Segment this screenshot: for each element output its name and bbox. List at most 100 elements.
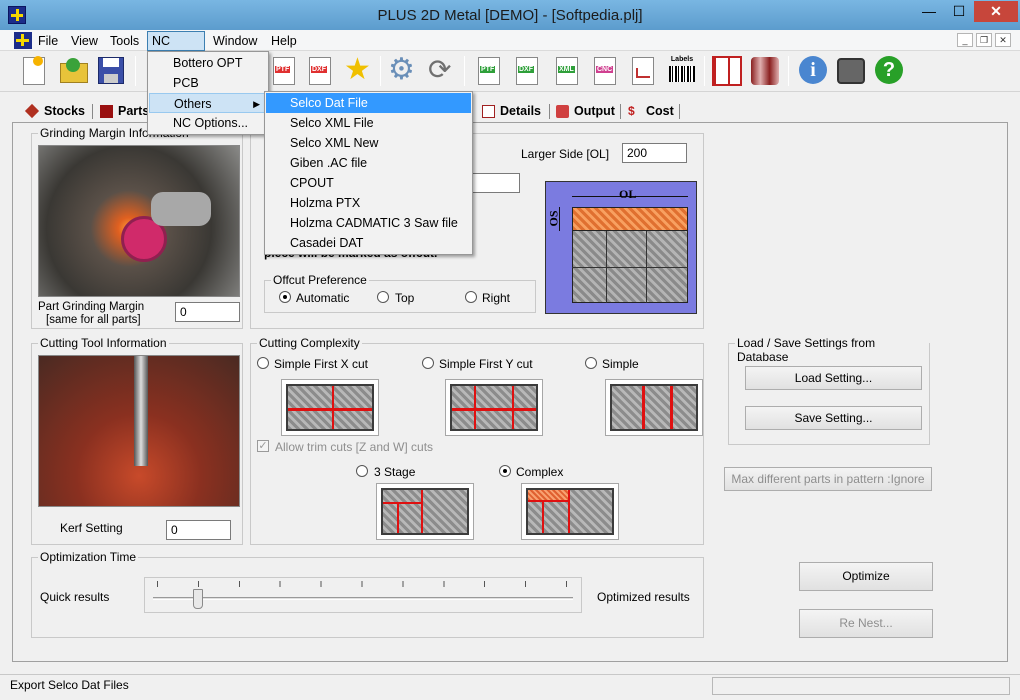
help-icon[interactable]: ? — [872, 54, 906, 88]
max-different-parts-button[interactable]: Max different parts in pattern :Ignore — [724, 467, 932, 491]
radio-automatic-label: Automatic — [296, 291, 350, 305]
offcut-diagram: OL OS — [545, 181, 697, 314]
menu-item-selco-xml-new[interactable]: Selco XML New — [266, 133, 471, 153]
re-nest-button[interactable]: Re Nest... — [799, 609, 933, 638]
favorites-star-icon[interactable]: ★ — [340, 54, 374, 88]
details-icon — [482, 105, 495, 118]
tab-stocks[interactable]: Stocks — [22, 102, 85, 121]
ptf-label: PTF — [275, 66, 291, 73]
slider-ticks — [157, 581, 569, 587]
optimize-button[interactable]: Optimize — [799, 562, 933, 591]
nc-ptf-label: PTF — [480, 66, 496, 73]
mdi-close-button[interactable]: ✕ — [995, 33, 1011, 47]
material-rolls-icon[interactable] — [748, 54, 782, 88]
mdi-minimize-button[interactable]: _ — [957, 33, 973, 47]
tab-stocks-label: Stocks — [44, 104, 85, 118]
xml-label: XML — [558, 66, 575, 73]
stocks-icon — [24, 103, 40, 119]
printer-icon — [556, 105, 569, 118]
pattern-complex — [521, 483, 619, 540]
larger-side-input[interactable]: 200 — [622, 143, 687, 163]
menu-item-nc-options[interactable]: NC Options... — [149, 113, 267, 133]
save-icon[interactable] — [94, 54, 128, 88]
tab-cost[interactable]: $ Cost — [624, 102, 674, 121]
nc-dxf-icon[interactable]: DXF — [510, 54, 544, 88]
menu-item-holzma-ptx[interactable]: Holzma PTX — [266, 193, 471, 213]
menu-item-cpout[interactable]: CPOUT — [266, 173, 471, 193]
menu-item-giben-ac-file[interactable]: Giben .AC file — [266, 153, 471, 173]
grinding-margin-label: Part Grinding Margin — [38, 301, 145, 313]
cnc-label: CNC — [596, 66, 614, 73]
radio-top[interactable] — [377, 291, 389, 303]
radio-simple-label: Simple — [602, 357, 639, 371]
nc-xml-icon[interactable]: XML — [550, 54, 584, 88]
radio-automatic[interactable] — [279, 291, 291, 303]
radio-3-stage-label: 3 Stage — [374, 465, 416, 479]
radio-complex[interactable] — [499, 465, 511, 477]
kerf-setting-input[interactable]: 0 — [166, 520, 231, 540]
info-icon[interactable]: i — [796, 54, 830, 88]
quick-results-label: Quick results — [40, 590, 110, 604]
menu-item-pcb[interactable]: PCB — [149, 73, 267, 93]
grinding-margin-sublabel: [same for all parts] — [46, 314, 141, 326]
nc-ptf-icon[interactable]: PTF — [472, 54, 506, 88]
menu-item-selco-dat-file[interactable]: Selco Dat File — [266, 93, 471, 113]
grinding-margin-input[interactable]: 0 — [175, 302, 240, 322]
menu-nc-links[interactable]: NC Links — [147, 31, 205, 66]
minimize-button[interactable]: — — [915, 1, 943, 22]
close-button[interactable]: ✕ — [974, 1, 1018, 22]
radio-simple-first-y[interactable] — [422, 357, 434, 369]
radio-right-label: Right — [482, 291, 511, 305]
settings-gear-icon[interactable]: ⚙ — [386, 54, 420, 88]
layout-grid-icon[interactable] — [710, 54, 744, 88]
tab-output[interactable]: Output — [552, 102, 615, 121]
radio-right[interactable] — [465, 291, 477, 303]
cutting-complexity-title: Cutting Complexity — [257, 336, 362, 350]
window-title: PLUS 2D Metal [DEMO] - [Softpedia.plj] — [377, 7, 643, 24]
menu-item-casadei-dat[interactable]: Casadei DAT — [266, 233, 471, 253]
parts-icon — [100, 105, 113, 118]
radio-simple-first-x[interactable] — [257, 357, 269, 369]
tab-output-label: Output — [574, 104, 615, 118]
export-dxf-icon[interactable]: DXF — [303, 54, 337, 88]
open-folder-icon[interactable] — [57, 54, 91, 88]
menu-item-others[interactable]: Others ▶ — [149, 93, 267, 113]
maximize-button[interactable]: ☐ — [945, 1, 973, 22]
labels-text: Labels — [670, 56, 694, 63]
video-tutorial-icon[interactable] — [834, 54, 868, 88]
save-setting-button[interactable]: Save Setting... — [745, 406, 922, 430]
nc-cnc-icon[interactable]: CNC — [588, 54, 622, 88]
menu-tools[interactable]: Tools — [106, 33, 143, 50]
radio-simple[interactable] — [585, 357, 597, 369]
diagram-ol-label: OL — [619, 187, 637, 201]
new-project-icon[interactable] — [17, 54, 51, 88]
radio-complex-label: Complex — [516, 465, 564, 479]
radio-simple-first-x-label: Simple First X cut — [274, 357, 369, 371]
slider-thumb[interactable] — [193, 589, 204, 609]
tab-details[interactable]: Details — [478, 102, 541, 121]
menu-file[interactable]: File — [34, 33, 62, 50]
menu-item-holzma-cadmatic[interactable]: Holzma CADMATIC 3 Saw file — [266, 213, 471, 233]
menu-item-bottero-opt[interactable]: Bottero OPT — [149, 53, 267, 73]
labels-barcode-icon[interactable]: Labels — [664, 54, 698, 88]
menu-item-selco-xml-file[interactable]: Selco XML File — [266, 113, 471, 133]
menu-help[interactable]: Help — [267, 33, 301, 50]
load-setting-button[interactable]: Load Setting... — [745, 366, 922, 390]
allow-trim-cuts-checkbox[interactable]: ✓ — [257, 440, 269, 452]
pattern-simple — [605, 379, 703, 436]
dxf-label: DXF — [311, 66, 327, 73]
chart-report-icon[interactable] — [626, 54, 660, 88]
menu-window[interactable]: Window — [209, 33, 261, 50]
pattern-simple-first-x — [281, 379, 379, 436]
tab-cost-label: Cost — [646, 104, 674, 118]
mdi-restore-button[interactable]: ❐ — [976, 33, 992, 47]
tab-parts[interactable]: Parts — [96, 102, 149, 121]
radio-simple-first-y-label: Simple First Y cut — [439, 357, 533, 371]
radio-3-stage[interactable] — [356, 465, 368, 477]
menu-view[interactable]: View — [67, 33, 102, 50]
export-ptf-icon[interactable]: PTF — [267, 54, 301, 88]
document-system-icon[interactable] — [14, 32, 32, 49]
refresh-icon[interactable]: ⟳ — [424, 54, 458, 88]
optimization-slider[interactable] — [144, 577, 582, 613]
dollar-icon: $ — [628, 104, 635, 118]
